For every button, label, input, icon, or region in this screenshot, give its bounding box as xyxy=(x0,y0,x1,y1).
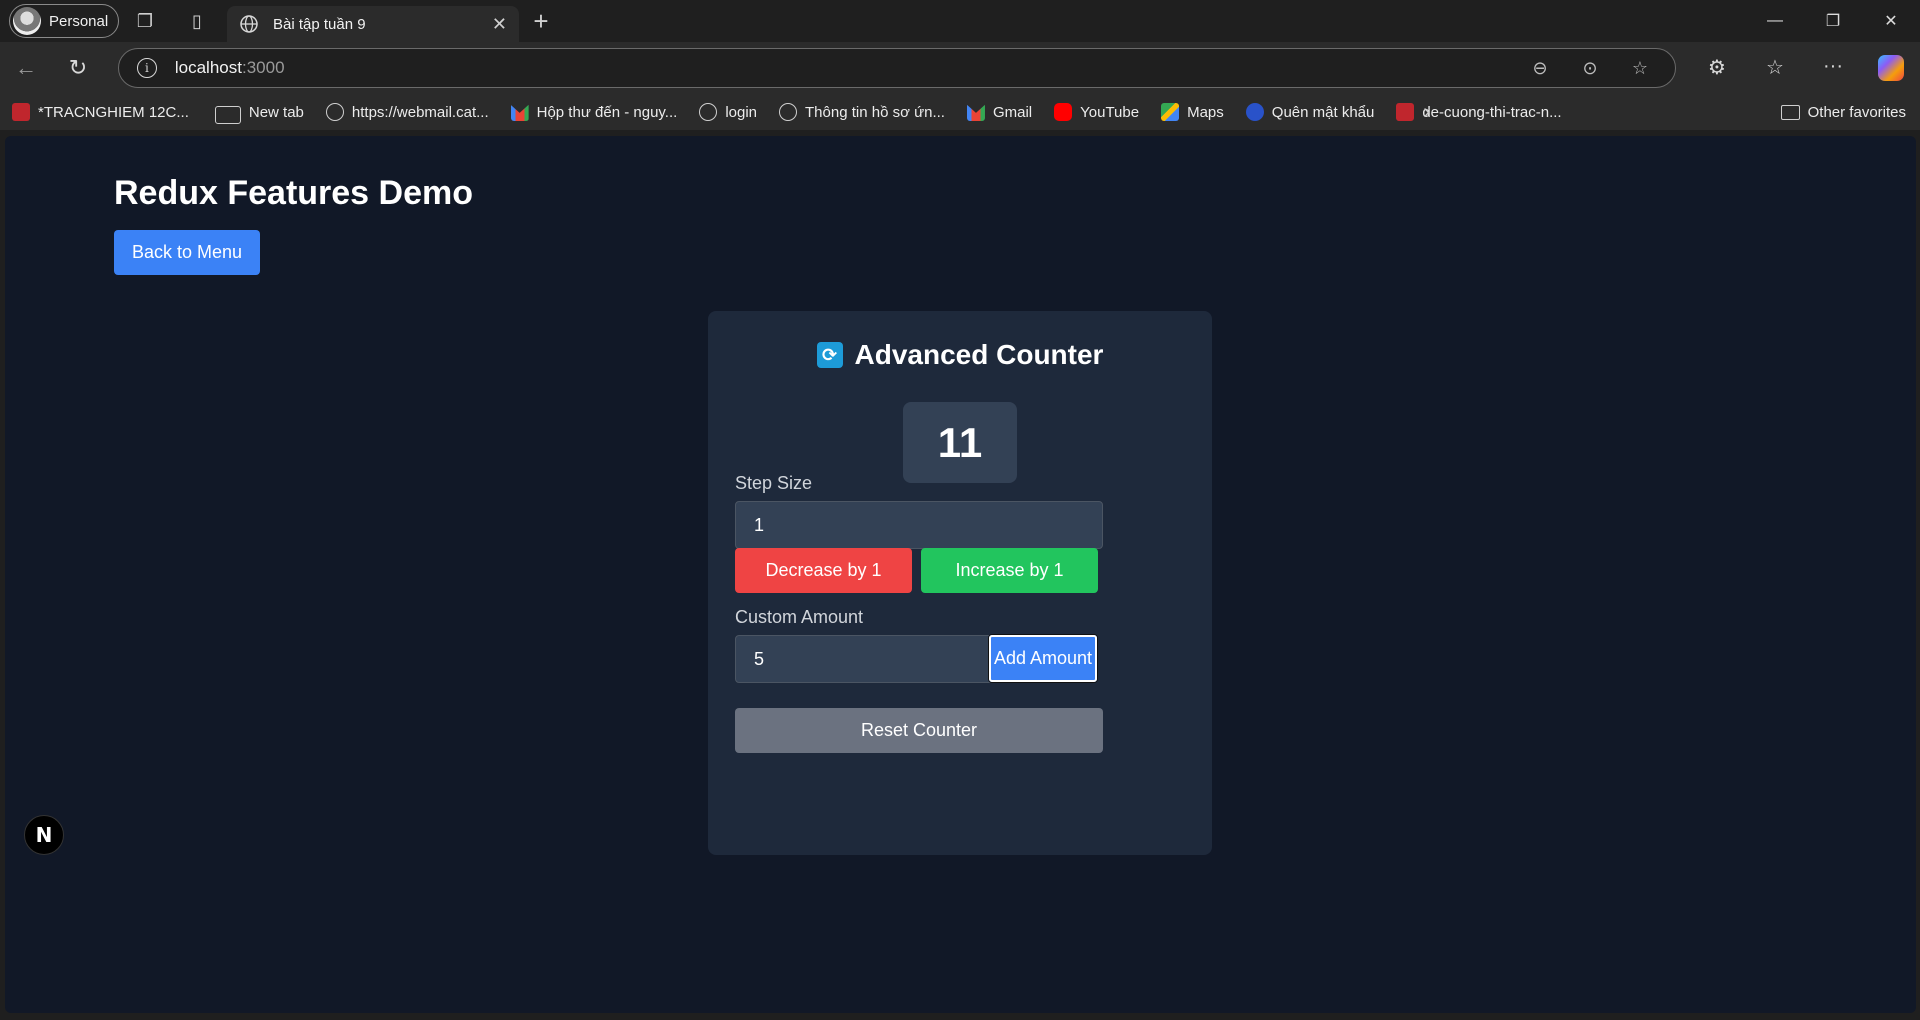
bookmark-label: Quên mật khẩu xyxy=(1271,103,1375,121)
bookmark-label: de-cuong-thi-trac-n... xyxy=(1422,103,1562,121)
bookmark-item[interactable]: Maps xyxy=(1161,103,1224,121)
favorite-star-icon[interactable]: ☆ xyxy=(1615,58,1665,79)
maps-icon xyxy=(1161,103,1180,121)
tab-title: Bài tập tuần 9 xyxy=(273,15,366,33)
read-aloud-icon[interactable]: ⊙ xyxy=(1565,58,1615,79)
bookmark-item[interactable]: Thông tin hồ sơ ứn... xyxy=(779,103,945,121)
bookmark-item[interactable]: Gmail xyxy=(966,103,1033,121)
address-bar[interactable]: i localhost:3000 ⊖ ⊙ ☆ xyxy=(117,48,1676,88)
zoom-out-icon[interactable]: ⊖ xyxy=(1515,58,1565,79)
minimize-icon[interactable]: — xyxy=(1746,0,1804,42)
key-icon xyxy=(1245,103,1264,121)
profile-button[interactable]: Personal xyxy=(9,4,119,38)
pdf-icon xyxy=(1396,103,1415,121)
active-tab[interactable]: Bài tập tuần 9 ✕ xyxy=(227,6,519,42)
counter-card: ⟳ Advanced Counter 11 Step Size Decrease… xyxy=(708,311,1212,855)
profile-label: Personal xyxy=(49,12,109,30)
gmail-icon xyxy=(966,104,985,121)
more-menu-icon[interactable]: ··· xyxy=(1804,55,1862,81)
close-window-icon[interactable]: ✕ xyxy=(1862,0,1920,42)
bookmark-label: YouTube xyxy=(1080,103,1140,121)
bookmark-item[interactable]: YouTube xyxy=(1054,103,1139,121)
decrease-button[interactable]: Decrease by 1 xyxy=(735,548,912,593)
increase-button[interactable]: Increase by 1 xyxy=(921,548,1098,593)
favorites-icon[interactable]: ☆ xyxy=(1746,55,1804,81)
restore-icon[interactable]: ❐ xyxy=(1804,0,1862,42)
bookmark-item[interactable]: New tab xyxy=(211,100,304,124)
bookmark-label: *TRACNGHIEM 12C... xyxy=(38,103,189,121)
page-title: Redux Features Demo xyxy=(114,174,473,212)
back-to-menu-button[interactable]: Back to Menu xyxy=(114,230,260,275)
globe-icon xyxy=(325,103,344,121)
add-amount-button[interactable]: Add Amount xyxy=(988,634,1098,683)
close-tab-icon[interactable]: ✕ xyxy=(492,14,507,35)
card-header: ⟳ Advanced Counter xyxy=(708,339,1212,371)
youtube-icon xyxy=(1054,103,1073,121)
bookmark-label: Hộp thư đến - nguy... xyxy=(536,103,678,121)
bookmark-label: login xyxy=(725,103,758,121)
step-size-input[interactable] xyxy=(735,501,1103,549)
back-arrow-icon[interactable]: ← xyxy=(0,48,52,88)
other-favorites[interactable]: Other favorites xyxy=(1780,103,1906,121)
custom-amount-label: Custom Amount xyxy=(735,607,864,627)
vertical-tabs-icon[interactable]: ▯ xyxy=(171,0,223,42)
card-title: Advanced Counter xyxy=(854,339,1104,370)
bookmark-item[interactable]: Hộp thư đến - nguy... xyxy=(510,103,678,121)
bookmark-label: Maps xyxy=(1187,103,1224,121)
other-favorites-label: Other favorites xyxy=(1807,103,1906,121)
workspaces-icon[interactable]: ❐ xyxy=(119,0,171,42)
counter-value: 11 xyxy=(903,402,1017,483)
folder-icon xyxy=(1780,104,1800,120)
globe-icon xyxy=(779,103,798,121)
nextjs-dev-indicator-icon[interactable]: N xyxy=(24,815,64,855)
tab-strip: Personal ❐ ▯ Bài tập tuần 9 ✕ + — ❐ ✕ xyxy=(0,0,1920,42)
bookmark-label: Gmail xyxy=(992,103,1033,121)
reset-counter-button[interactable]: Reset Counter xyxy=(735,708,1103,753)
bookmark-label: https://webmail.cat... xyxy=(351,103,489,121)
bookmark-item[interactable]: https://webmail.cat... xyxy=(325,103,489,121)
step-size-label: Step Size xyxy=(735,473,813,493)
bookmarks-overflow-icon[interactable]: › xyxy=(1423,101,1430,124)
avatar xyxy=(13,7,41,35)
address-toolbar: ← ↻ i localhost:3000 ⊖ ⊙ ☆ ⚙ ☆ ··· xyxy=(0,42,1920,94)
bookmark-label: New tab xyxy=(248,103,304,121)
bookmark-item[interactable]: de-cuong-thi-trac-n... xyxy=(1396,103,1562,121)
gmail-icon xyxy=(510,104,529,121)
reload-icon[interactable]: ↻ xyxy=(52,48,104,88)
globe-icon xyxy=(240,15,258,33)
url-text[interactable]: localhost:3000 xyxy=(175,58,1515,78)
extensions-icon[interactable]: ⚙ xyxy=(1688,55,1746,81)
bookmark-item[interactable]: *TRACNGHIEM 12C... xyxy=(12,103,189,121)
new-tab-button[interactable]: + xyxy=(519,0,563,42)
tab-icon xyxy=(214,106,241,124)
page-viewport: Redux Features Demo Back to Menu ⟳ Advan… xyxy=(5,136,1916,1013)
bookmarks-bar: *TRACNGHIEM 12C... New tab https://webmail… xyxy=(0,94,1920,130)
refresh-icon: ⟳ xyxy=(816,342,843,368)
custom-amount-input[interactable] xyxy=(735,635,993,683)
bookmark-label: Thông tin hồ sơ ứn... xyxy=(805,103,945,121)
site-info-icon[interactable]: i xyxy=(136,58,157,78)
pdf-icon xyxy=(12,103,30,121)
bookmark-item[interactable]: Quên mật khẩu xyxy=(1245,103,1375,121)
globe-icon xyxy=(699,103,718,121)
bookmark-item[interactable]: login xyxy=(699,103,757,121)
copilot-icon[interactable] xyxy=(1862,55,1920,81)
